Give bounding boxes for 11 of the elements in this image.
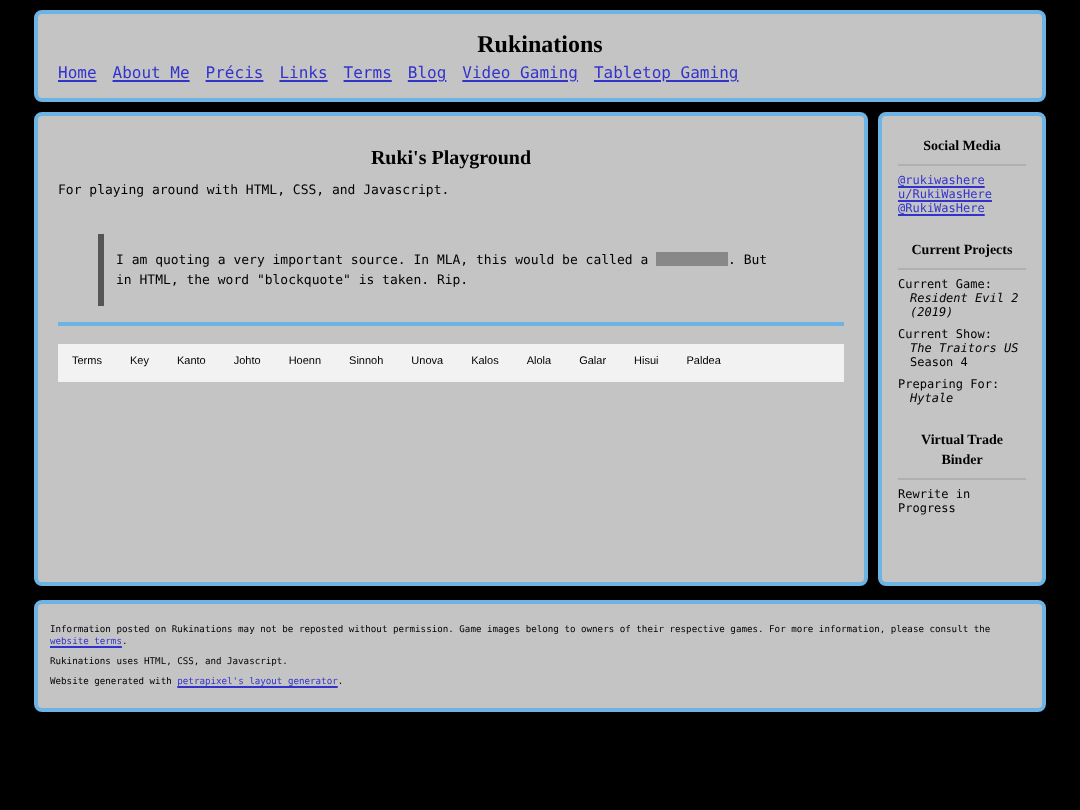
site-title: Rukinations (475, 30, 605, 58)
page-title: Ruki's Playground (368, 146, 534, 174)
nav-link[interactable]: About Me (112, 62, 190, 86)
nav-link[interactable]: Blog (407, 62, 447, 86)
nav-link[interactable]: Tabletop Gaming (593, 62, 739, 86)
nav-link[interactable]: Links (279, 62, 328, 86)
nav-link[interactable]: Précis (205, 62, 264, 86)
nav-link[interactable]: Video Gaming (462, 62, 578, 86)
nav-link[interactable]: Terms (343, 62, 392, 86)
redacted-bar (656, 252, 729, 267)
nav-link[interactable]: Home (58, 62, 97, 86)
